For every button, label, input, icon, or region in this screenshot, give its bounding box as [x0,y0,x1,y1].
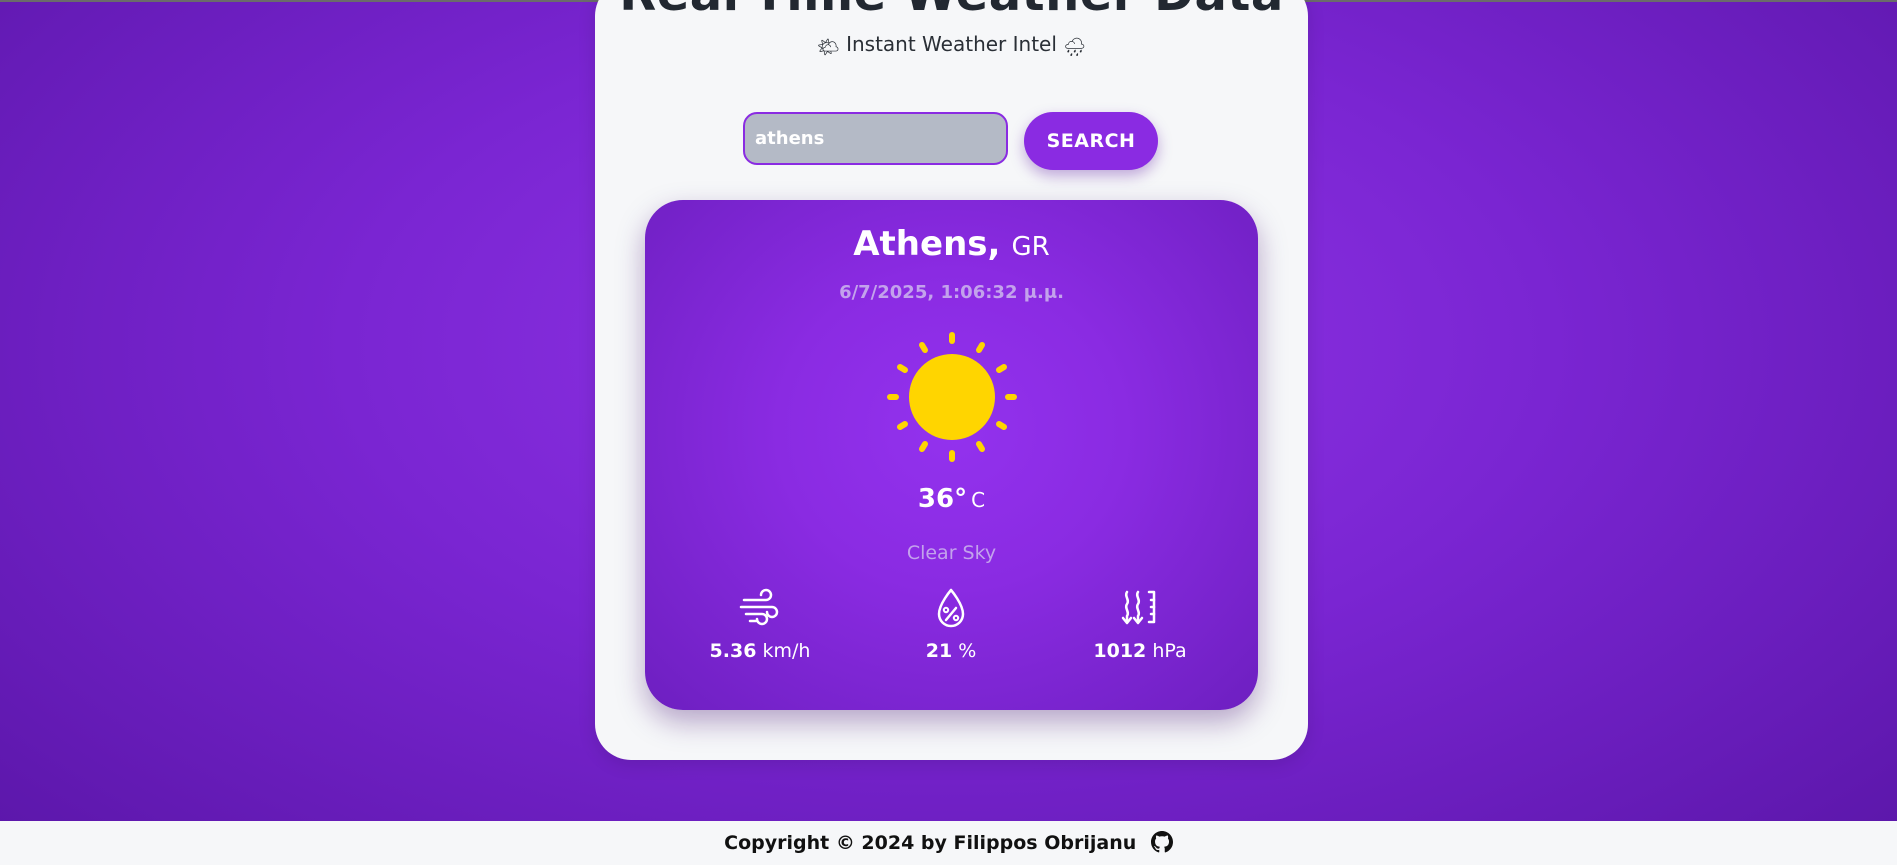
location: Athens, GR [645,224,1258,264]
local-datetime: 6/7/2025, 1:06:32 μ.μ. [839,282,1064,303]
wind-unit: km/h [762,640,811,662]
humidity-value: 21 [925,640,953,662]
github-icon[interactable] [1150,831,1173,853]
country-code: GR [1011,232,1050,262]
city-name: Athens, [853,224,1001,264]
search-button[interactable]: SEARCH [1024,112,1158,170]
temperature-unit: C [971,488,986,512]
sun-icon [887,332,1017,462]
pressure-icon [1121,590,1156,625]
wind-stat: 5.36 km/h [680,586,840,662]
wind-value: 5.36 [709,640,757,662]
pressure-value: 1012 [1093,640,1147,662]
wind-icon [739,588,779,626]
weather-condition: Clear Sky [906,542,997,564]
copyright-text: Copyright © 2024 by Filippos Obrijanu [724,832,1137,854]
page-title: Real-Time Weather Data [595,0,1308,22]
search-input[interactable] [743,112,1008,165]
weather-card: Athens, GR 6/7/2025, 1:06:32 μ.μ. 36° C C… [645,200,1258,710]
temperature: 36° C [645,484,1258,514]
humidity-drop-icon [937,588,965,628]
temperature-value: 36° [917,484,968,514]
footer: Copyright © 2024 by Filippos Obrijanu [0,821,1897,865]
subtitle-text: Instant Weather Intel [846,32,1057,56]
cloud-with-rain-icon: 🌧 [1063,37,1087,58]
pressure-stat: 1012 hPa [1060,586,1220,662]
humidity-unit: % [958,640,977,662]
page-subtitle: 🌤 Instant Weather Intel 🌧 [595,32,1308,58]
humidity-stat: 21 % [871,586,1031,662]
pressure-unit: hPa [1152,640,1187,662]
sun-behind-cloud-icon: 🌤 [816,37,840,58]
